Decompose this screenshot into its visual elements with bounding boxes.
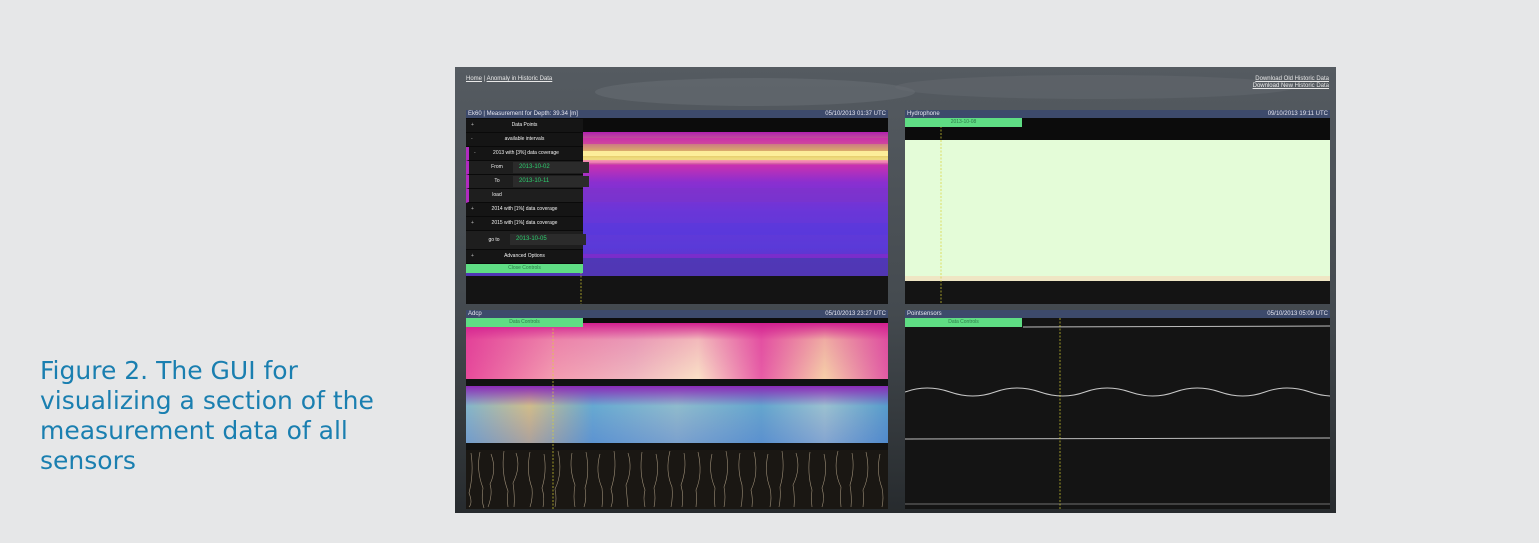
data-points-label: Data Points: [511, 122, 538, 128]
to-date-input[interactable]: 2013-10-11: [513, 176, 589, 187]
breadcrumb: Home | Anomaly in Historic Data: [466, 76, 552, 82]
hydrophone-plot[interactable]: 2013-10-08: [905, 118, 1330, 304]
adcp-controls-button[interactable]: Data Controls: [466, 318, 583, 327]
adcp-title-bar: Adcp 05/10/2013 23:27 UTC: [466, 310, 888, 318]
toggle-plus-icon: +: [471, 206, 474, 212]
menu-year-2014[interactable]: +2014 with [1%] data coverage: [466, 203, 583, 217]
menu-year-2013[interactable]: - 2013 with [3%] data coverage: [466, 147, 583, 161]
hydrophone-controls-button[interactable]: 2013-10-08: [905, 118, 1022, 127]
menu-to-row: To 2013-10-11: [466, 175, 589, 189]
goto-date-input[interactable]: 2013-10-05: [510, 234, 586, 245]
pointsensors-plot[interactable]: Data Controls: [905, 318, 1330, 509]
menu-from-row: From 2013-10-02: [466, 161, 589, 175]
top-bar: Home | Anomaly in Historic Data Download…: [455, 67, 1336, 107]
download-old-link[interactable]: Download Old Historic Data: [1253, 76, 1329, 83]
toggle-minus-icon: -: [471, 136, 473, 142]
from-date-input[interactable]: 2013-10-02: [513, 162, 589, 173]
toggle-plus-icon: +: [471, 122, 474, 128]
menu-advanced-options[interactable]: + Advanced Options: [466, 250, 583, 264]
close-controls-button[interactable]: Close Controls: [466, 264, 583, 273]
anomaly-link[interactable]: Anomaly in Historic Data: [487, 76, 553, 82]
hydrophone-title-bar: Hydrophone 09/10/2013 19:11 UTC: [905, 110, 1330, 118]
pointsensors-panel: Pointsensors 05/10/2013 05:09 UTC Data C…: [905, 310, 1330, 509]
pointsensors-title-bar: Pointsensors 05/10/2013 05:09 UTC: [905, 310, 1330, 318]
pointsensors-lines: [905, 318, 1330, 509]
load-button[interactable]: load: [482, 189, 512, 202]
ek60-title: Ek60 | Measurement for Depth: 39.34 [m]: [468, 111, 578, 117]
goto-label: go to: [488, 237, 500, 243]
hydrophone-spectrogram: [905, 118, 1330, 304]
menu-available-intervals[interactable]: - available intervals: [466, 133, 583, 147]
adcp-plot[interactable]: Data Controls: [466, 318, 888, 509]
to-label: To: [494, 178, 500, 184]
ek60-title-bar: Ek60 | Measurement for Depth: 39.34 [m] …: [466, 110, 888, 118]
toggle-plus-icon: +: [471, 220, 474, 226]
adcp-title: Adcp: [468, 311, 482, 317]
advanced-options-label: Advanced Options: [504, 253, 545, 259]
home-link[interactable]: Home: [466, 76, 482, 82]
hydrophone-timestamp: 09/10/2013 19:11 UTC: [1267, 111, 1328, 117]
download-new-link[interactable]: Download New Historic Data: [1253, 83, 1329, 90]
download-links: Download Old Historic Data Download New …: [1253, 76, 1329, 90]
adcp-timestamp: 05/10/2013 23:27 UTC: [825, 311, 886, 317]
menu-data-points[interactable]: + Data Points: [466, 119, 583, 133]
year-2014-label: 2014 with [1%] data coverage: [491, 206, 558, 212]
year-2015-label: 2015 with [1%] data coverage: [491, 220, 558, 226]
pointsensors-title: Pointsensors: [907, 311, 942, 317]
menu-goto-row: go to 2013-10-05: [466, 231, 586, 250]
toggle-minus-icon: -: [474, 150, 476, 156]
app-window: Home | Anomaly in Historic Data Download…: [455, 67, 1336, 513]
data-controls-menu: + Data Points - available intervals - 2013 …: [466, 119, 589, 273]
pointsensors-controls-button[interactable]: Data Controls: [905, 318, 1022, 327]
pointsensors-timestamp: 05/10/2013 05:09 UTC: [1267, 311, 1328, 317]
adcp-heatmaps: [466, 318, 888, 509]
from-label: From: [491, 164, 503, 170]
year-2013-label: 2013 with [3%] data coverage: [493, 150, 559, 156]
menu-load-row[interactable]: load: [466, 189, 583, 203]
available-intervals-label: available intervals: [504, 136, 545, 142]
ek60-timestamp: 05/10/2013 01:37 UTC: [825, 111, 886, 117]
hydrophone-title: Hydrophone: [907, 111, 940, 117]
figure-caption: Figure 2. The GUI for visualizing a sect…: [40, 356, 374, 475]
hydrophone-panel: Hydrophone 09/10/2013 19:11 UTC 2013-10-…: [905, 110, 1330, 304]
menu-year-2015[interactable]: +2015 with [1%] data coverage: [466, 217, 583, 231]
toggle-plus-icon: +: [471, 253, 474, 259]
adcp-panel: Adcp 05/10/2013 23:27 UTC Data Controls: [466, 310, 888, 509]
